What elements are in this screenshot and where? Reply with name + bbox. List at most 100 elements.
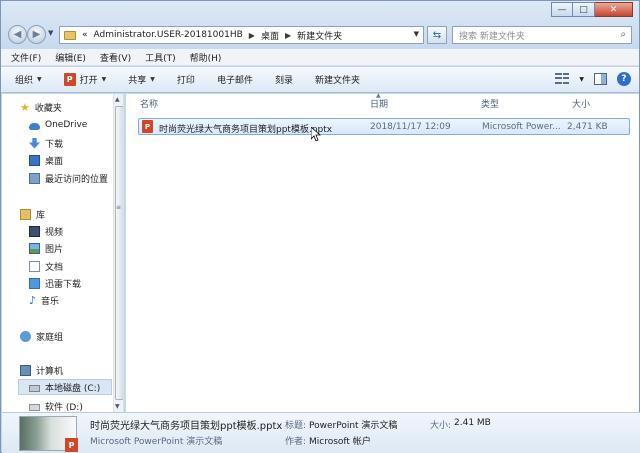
details-author-value[interactable]: Microsoft 帐户 xyxy=(309,434,371,447)
table-row[interactable]: P 时尚荧光绿大气商务项目策划ppt模板.pptx 2018/11/17 12:… xyxy=(138,118,630,135)
nav-local-disk-label: 本地磁盘 (C:) xyxy=(45,383,101,394)
nav-favorites[interactable]: ★ 收藏夹 xyxy=(20,99,62,115)
column-date[interactable]: 日期 xyxy=(370,97,388,110)
breadcrumb-item-user[interactable]: Administrator.USER-20181001HB xyxy=(94,30,243,40)
navigation-pane: ★ 收藏夹 OneDrive 下载 桌面 最近访问的位置 库 视频 图片 文档 … xyxy=(2,94,124,412)
chevron-down-icon[interactable]: ▼ xyxy=(579,76,584,83)
breadcrumb-separator[interactable]: ▶ xyxy=(249,31,255,40)
print-button[interactable]: 打印 xyxy=(177,73,195,86)
drive-icon xyxy=(29,384,40,392)
recent-places-icon xyxy=(29,172,40,184)
file-size: 2,471 KB xyxy=(567,122,608,132)
arrow-left-icon: ◀ xyxy=(13,29,22,40)
organize-label: 组织 xyxy=(15,76,34,86)
chevron-down-icon: ▼ xyxy=(150,76,155,83)
scroll-down-icon[interactable]: ▼ xyxy=(115,403,120,410)
organize-button[interactable]: 组织 ▼ xyxy=(15,73,42,86)
address-bar[interactable]: « Administrator.USER-20181001HB ▶ 桌面 ▶ 新… xyxy=(59,26,424,44)
view-options-icon[interactable] xyxy=(555,73,570,85)
details-title-value[interactable]: PowerPoint 演示文稿 xyxy=(309,418,397,431)
cloud-icon xyxy=(29,122,40,130)
nav-libraries-label: 库 xyxy=(36,210,46,221)
scroll-up-icon[interactable]: ▲ xyxy=(115,96,120,103)
file-thumbnail: P xyxy=(19,416,78,452)
details-filename: 时尚荧光绿大气商务项目策划ppt模板.pptx xyxy=(90,421,283,432)
details-title-label: 标题: xyxy=(285,421,307,431)
maximize-button[interactable]: □ xyxy=(573,2,595,17)
minimize-button[interactable]: — xyxy=(551,2,573,17)
file-name[interactable]: 时尚荧光绿大气商务项目策划ppt模板.pptx xyxy=(159,122,332,135)
nav-recent-places[interactable]: 最近访问的位置 xyxy=(29,170,108,186)
nav-software-disk-d[interactable]: 软件 (D:) xyxy=(29,398,83,412)
search-icon[interactable]: ⌕ xyxy=(620,29,626,40)
menu-tools[interactable]: 工具(T) xyxy=(145,51,176,64)
search-input[interactable]: 搜索 新建文件夹 ⌕ xyxy=(452,26,632,44)
scrollbar-thumb[interactable] xyxy=(115,106,123,400)
file-list: 名称 ▲ 日期 类型 大小 P 时尚荧光绿大气商务项目策划ppt模板.pptx … xyxy=(126,92,639,412)
column-type[interactable]: 类型 xyxy=(481,97,499,110)
column-size[interactable]: 大小 xyxy=(572,97,590,110)
open-button[interactable]: P 打开 ▼ xyxy=(63,73,106,86)
powerpoint-icon: P xyxy=(63,73,76,86)
nav-downloads-label: 下载 xyxy=(45,139,64,150)
menu-view[interactable]: 查看(V) xyxy=(100,51,131,64)
address-dropdown-icon[interactable]: ▼ xyxy=(414,30,419,38)
column-name[interactable]: 名称 xyxy=(140,97,158,110)
back-button[interactable]: ◀ xyxy=(8,25,27,44)
command-bar: 组织 ▼ P 打开 ▼ 共享 ▼ 打印 电子邮件 刻录 新建文件夹 ▼ ? xyxy=(1,67,639,93)
share-button[interactable]: 共享 ▼ xyxy=(128,73,155,86)
preview-pane-icon[interactable] xyxy=(594,73,607,85)
nav-scrollbar[interactable]: ▲ ≡ ▼ xyxy=(113,94,123,412)
address-row: ◀ ▶ ▼ « Administrator.USER-20181001HB ▶ … xyxy=(1,23,639,47)
nav-homegroup[interactable]: 家庭组 xyxy=(20,328,63,344)
burn-button[interactable]: 刻录 xyxy=(275,73,293,86)
file-date: 2018/11/17 12:09 xyxy=(370,122,451,132)
menu-help[interactable]: 帮助(H) xyxy=(190,51,222,64)
nav-desktop[interactable]: 桌面 xyxy=(29,152,63,168)
arrow-right-icon: ▶ xyxy=(32,29,41,40)
xunlei-icon xyxy=(29,277,40,289)
nav-libraries[interactable]: 库 xyxy=(20,206,45,222)
drive-icon xyxy=(29,403,40,411)
nav-desktop-label: 桌面 xyxy=(45,156,64,167)
details-size-value: 2.41 MB xyxy=(454,418,491,428)
breadcrumb-overflow[interactable]: « xyxy=(82,30,88,40)
computer-icon xyxy=(20,364,31,376)
nav-videos[interactable]: 视频 xyxy=(29,223,63,239)
nav-downloads[interactable]: 下载 xyxy=(29,135,63,151)
powerpoint-icon: P xyxy=(65,438,78,452)
nav-xunlei[interactable]: 迅雷下载 xyxy=(29,275,81,291)
nav-local-disk-c[interactable]: 本地磁盘 (C:) xyxy=(18,379,112,395)
nav-documents-label: 文档 xyxy=(45,262,64,273)
menu-bar: 文件(F) 编辑(E) 查看(V) 工具(T) 帮助(H) xyxy=(1,49,639,66)
picture-icon xyxy=(29,242,40,254)
homegroup-icon xyxy=(20,330,31,342)
breadcrumb-separator[interactable]: ▶ xyxy=(285,31,291,40)
nav-pictures[interactable]: 图片 xyxy=(29,240,63,256)
nav-homegroup-label: 家庭组 xyxy=(36,332,64,343)
open-label: 打开 xyxy=(79,76,98,86)
column-headers: 名称 ▲ 日期 类型 大小 xyxy=(126,92,639,112)
file-type: Microsoft Power... xyxy=(482,122,561,132)
breadcrumb-item-new-folder[interactable]: 新建文件夹 xyxy=(297,29,342,42)
close-button[interactable]: ✕ xyxy=(595,2,633,17)
nav-software-disk-label: 软件 (D:) xyxy=(45,402,83,413)
nav-music[interactable]: ♪ 音乐 xyxy=(29,292,59,308)
nav-onedrive[interactable]: OneDrive xyxy=(29,117,87,133)
menu-file[interactable]: 文件(F) xyxy=(11,51,41,64)
caption-buttons: — □ ✕ xyxy=(551,2,633,17)
email-button[interactable]: 电子邮件 xyxy=(217,73,253,86)
nav-documents[interactable]: 文档 xyxy=(29,258,63,274)
help-icon[interactable]: ? xyxy=(617,72,631,86)
music-icon: ♪ xyxy=(29,293,37,307)
breadcrumb-item-desktop[interactable]: 桌面 xyxy=(261,29,279,42)
refresh-button[interactable]: ⇆ xyxy=(427,26,447,44)
recent-pages-dropdown[interactable]: ▼ xyxy=(48,29,53,37)
nav-computer[interactable]: 计算机 xyxy=(20,362,63,378)
chevron-down-icon: ▼ xyxy=(48,29,54,37)
new-folder-button[interactable]: 新建文件夹 xyxy=(315,73,360,86)
menu-edit[interactable]: 编辑(E) xyxy=(55,51,86,64)
nav-onedrive-label: OneDrive xyxy=(45,120,88,130)
pptx-file-icon: P xyxy=(142,120,153,133)
forward-button[interactable]: ▶ xyxy=(27,25,46,44)
